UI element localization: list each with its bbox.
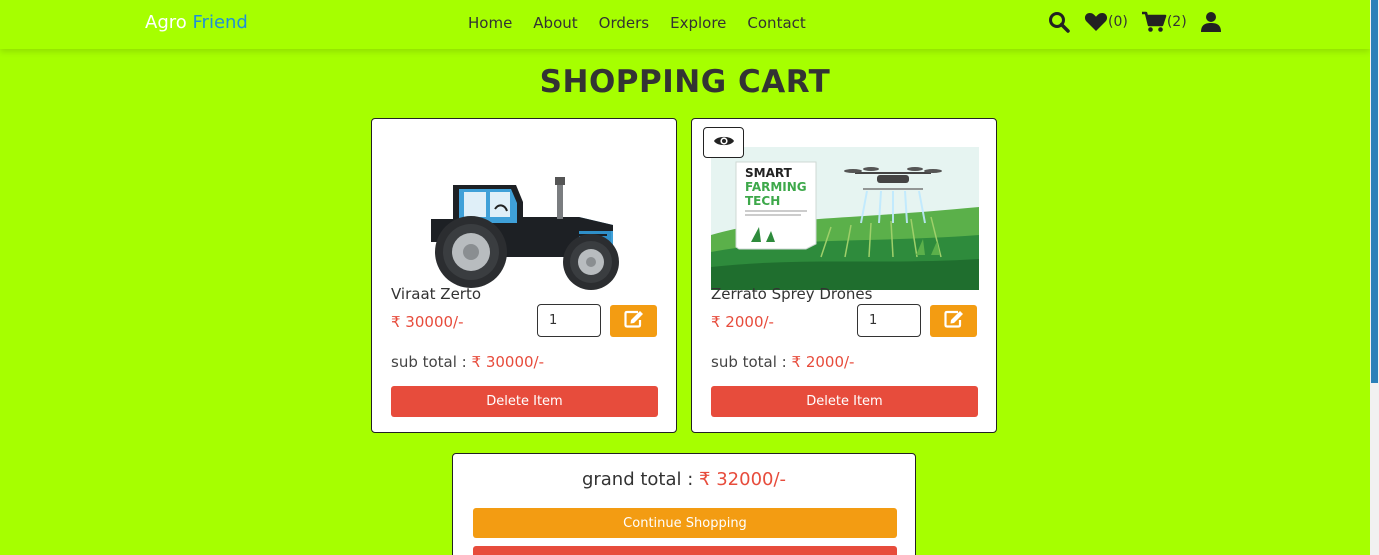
wishlist-button[interactable]: (0): [1084, 12, 1128, 32]
main-nav: Home About Orders Explore Contact: [468, 14, 806, 32]
subtotal-value: ₹ 30000/-: [471, 353, 545, 371]
quantity-input[interactable]: [537, 304, 601, 337]
update-quantity-button[interactable]: [930, 305, 977, 337]
page-title: SHOPPING CART: [539, 64, 831, 100]
secondary-action-button[interactable]: [473, 546, 897, 555]
product-price: ₹ 30000/-: [391, 313, 464, 331]
continue-shopping-button[interactable]: Continue Shopping: [473, 508, 897, 538]
image-text-smart: SMART: [745, 166, 793, 180]
cart-icon: [1141, 11, 1167, 33]
cart-count: (2): [1166, 14, 1187, 30]
nav-home[interactable]: Home: [468, 14, 512, 32]
cart-item-card: SMART FARMING TECH Zerrato Sprey Drones …: [691, 118, 997, 433]
top-header: Agro Friend Home About Orders Explore Co…: [0, 0, 1370, 49]
subtotal-value: ₹ 2000/-: [791, 353, 855, 371]
product-name: Viraat Zerto: [391, 285, 482, 303]
cart-button[interactable]: (2): [1141, 11, 1187, 33]
edit-icon: [943, 310, 964, 332]
nav-explore[interactable]: Explore: [670, 14, 726, 32]
user-icon[interactable]: [1200, 11, 1222, 33]
product-price: ₹ 2000/-: [711, 313, 774, 331]
search-icon[interactable]: [1048, 11, 1070, 33]
item-subtotal: sub total : ₹ 2000/-: [711, 353, 854, 371]
nav-contact[interactable]: Contact: [747, 14, 805, 32]
grand-total: grand total : ₹ 32000/-: [453, 469, 915, 490]
subtotal-label: sub total :: [391, 353, 467, 371]
item-subtotal: sub total : ₹ 30000/-: [391, 353, 544, 371]
heart-icon: [1084, 12, 1108, 32]
product-image-tractor: [431, 177, 619, 290]
scrollbar-thumb[interactable]: [1371, 0, 1378, 383]
logo-text-agro: Agro: [145, 12, 187, 33]
quick-view-button[interactable]: [703, 127, 744, 158]
delete-item-button[interactable]: Delete Item: [711, 386, 978, 417]
delete-item-button[interactable]: Delete Item: [391, 386, 658, 417]
nav-about[interactable]: About: [533, 14, 577, 32]
update-quantity-button[interactable]: [610, 305, 657, 337]
product-image-drone: SMART FARMING TECH: [711, 147, 979, 290]
cart-totals: grand total : ₹ 32000/- Continue Shoppin…: [452, 453, 916, 555]
image-text-tech: TECH: [745, 194, 780, 208]
edit-icon: [623, 310, 644, 332]
nav-orders[interactable]: Orders: [599, 14, 649, 32]
logo-text-friend: Friend: [192, 12, 248, 33]
grand-total-value: ₹ 32000/-: [699, 469, 787, 490]
image-text-farming: FARMING: [745, 180, 807, 194]
quantity-input[interactable]: [857, 304, 921, 337]
eye-icon: [713, 133, 735, 152]
page-scrollbar[interactable]: [1370, 0, 1379, 555]
subtotal-label: sub total :: [711, 353, 787, 371]
logo[interactable]: Agro Friend: [145, 12, 248, 33]
cart-item-card: Viraat Zerto ₹ 30000/- sub total : ₹ 300…: [371, 118, 677, 433]
product-name: Zerrato Sprey Drones: [711, 285, 873, 303]
grand-total-label: grand total :: [581, 469, 694, 490]
header-icons: (0) (2): [1048, 11, 1222, 33]
wishlist-count: (0): [1108, 14, 1128, 30]
